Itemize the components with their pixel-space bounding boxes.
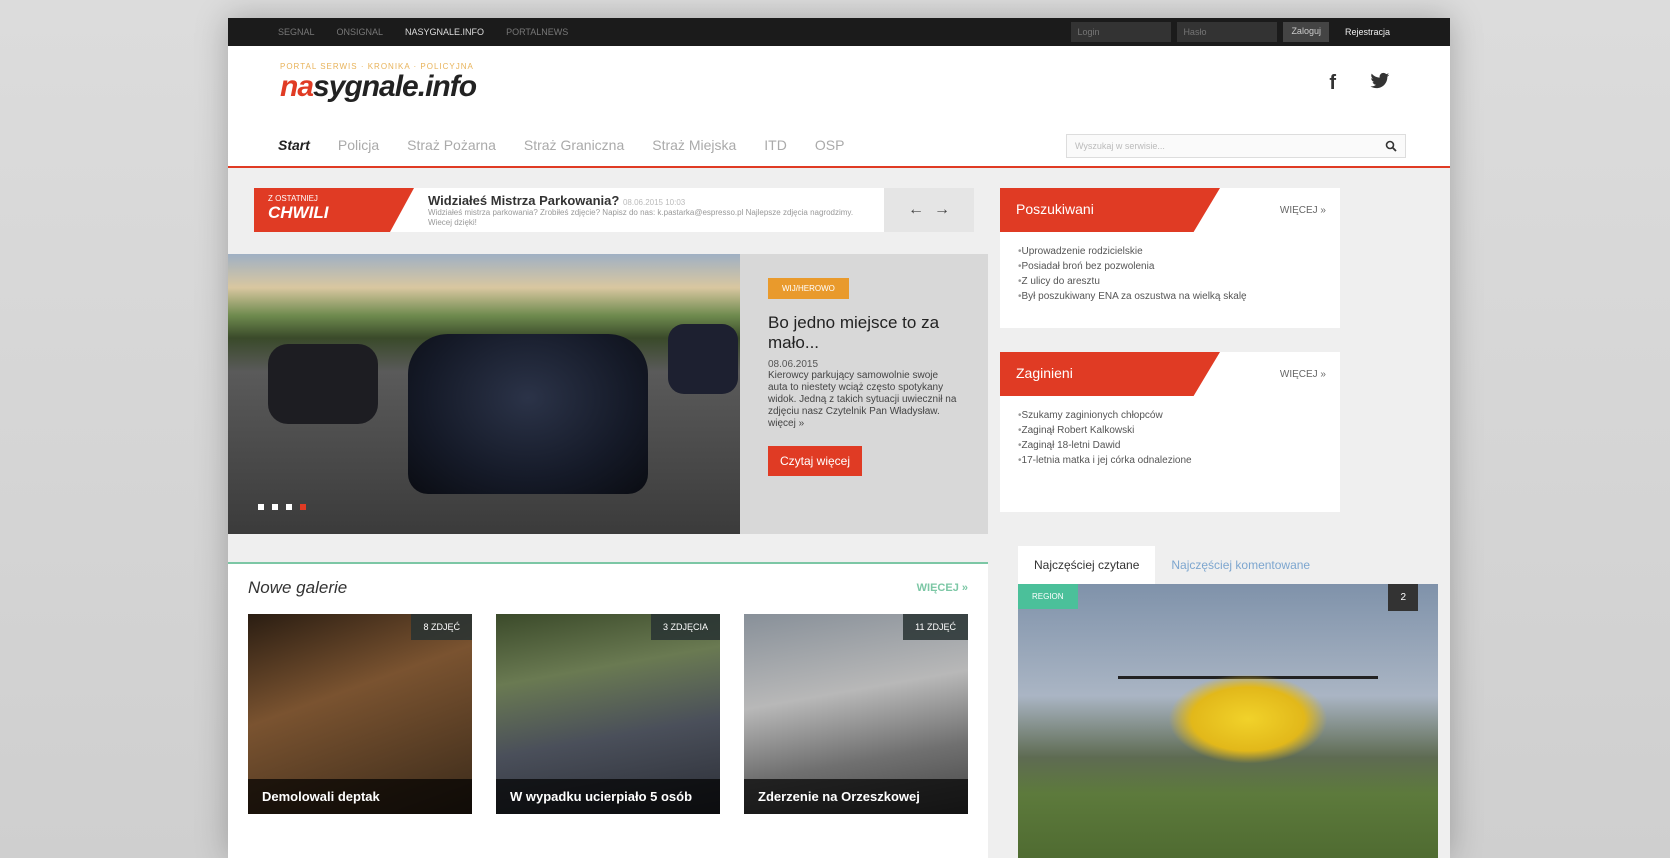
list-item[interactable]: Zaginął Robert Kalkowski bbox=[1018, 423, 1322, 438]
search-input[interactable]: Wyszukaj w serwisie... bbox=[1066, 134, 1406, 158]
nav-item-itd[interactable]: ITD bbox=[764, 137, 787, 153]
car-image-main bbox=[408, 334, 648, 494]
facebook-icon[interactable]: f bbox=[1329, 72, 1336, 96]
site-logo[interactable]: PORTAL SERWIS · KRONIKA · POLICYJNA nasy… bbox=[280, 62, 477, 103]
list-item[interactable]: Zaginął 18-letni Dawid bbox=[1018, 438, 1322, 453]
slide-panel: WIJ/HEROWO Bo jedno miejsce to za mało..… bbox=[740, 254, 988, 534]
popular-article-image[interactable]: REGION 2 bbox=[1018, 584, 1438, 858]
ticker-arrows: ← → bbox=[884, 188, 974, 232]
featured-slider: WIJ/HEROWO Bo jedno miejsce to za mało..… bbox=[228, 254, 988, 534]
register-link[interactable]: Rejestracja bbox=[1335, 27, 1400, 37]
search-placeholder: Wyszukaj w serwisie... bbox=[1075, 141, 1165, 151]
wanted-list: Uprowadzenie rodzicielskie Posiadał broń… bbox=[1000, 232, 1340, 316]
social-links: f bbox=[1329, 72, 1390, 96]
network-link-3[interactable]: NASYGNALE.INFO bbox=[405, 27, 484, 37]
list-item[interactable]: Był poszukiwany ENA za oszustwa na wielk… bbox=[1018, 289, 1322, 304]
missing-box: Zaginieni WIĘCEJ » Szukamy zaginionych c… bbox=[1000, 352, 1340, 512]
network-link-2[interactable]: ONSIGNAL bbox=[337, 27, 384, 37]
slide-image[interactable] bbox=[228, 254, 740, 534]
search-icon[interactable] bbox=[1385, 140, 1397, 152]
login-input[interactable] bbox=[1071, 22, 1172, 42]
network-links: SEGNAL ONSIGNAL NASYGNALE.INFO PORTALNEW… bbox=[278, 27, 568, 37]
ticker-title-text[interactable]: Widziałeś Mistrza Parkowania? bbox=[428, 193, 619, 208]
ticker-description: Widziałeś mistrza parkowania? Zrobiłeś z… bbox=[428, 207, 854, 227]
nav-item-start[interactable]: Start bbox=[278, 137, 310, 153]
logo-na: na bbox=[280, 70, 314, 103]
slide-date: 08.06.2015 bbox=[768, 359, 819, 370]
network-link-4[interactable]: PORTALNEWS bbox=[506, 27, 568, 37]
slider-dot-1[interactable] bbox=[258, 504, 264, 510]
top-bar: SEGNAL ONSIGNAL NASYGNALE.INFO PORTALNEW… bbox=[228, 18, 1450, 46]
list-item[interactable]: Posiadał broń bez pozwolenia bbox=[1018, 259, 1322, 274]
missing-more-link[interactable]: WIĘCEJ » bbox=[1280, 369, 1340, 380]
gallery-caption[interactable]: Demolowali deptak bbox=[248, 779, 472, 814]
ticker-date: 08.06.2015 10:03 bbox=[622, 197, 686, 207]
tab-most-commented[interactable]: Najczęściej komentowane bbox=[1155, 546, 1326, 584]
slide-title[interactable]: Bo jedno miejsce to za mało... bbox=[768, 313, 960, 353]
gallery-photo-count: 11 ZDJĘĆ bbox=[903, 614, 968, 640]
gallery-card[interactable]: 11 ZDJĘĆ Zderzenie na Orzeszkowej bbox=[744, 614, 968, 814]
gallery-photo-count: 8 ZDJĘĆ bbox=[411, 614, 472, 640]
ticker-badge-small: Z OSTATNIEJ bbox=[268, 194, 318, 203]
ticker-text[interactable]: Widziałeś Mistrza Parkowania? 08.06.2015… bbox=[414, 193, 884, 228]
slider-dot-2[interactable] bbox=[272, 504, 278, 510]
slider-dots bbox=[258, 504, 306, 510]
list-item[interactable]: Z ulicy do aresztu bbox=[1018, 274, 1322, 289]
missing-list: Szukamy zaginionych chłopców Zaginął Rob… bbox=[1000, 396, 1340, 480]
wanted-box: Poszukiwani WIĘCEJ » Uprowadzenie rodzic… bbox=[1000, 188, 1340, 328]
slide-category-badge[interactable]: WIJ/HEROWO bbox=[768, 278, 849, 299]
region-badge[interactable]: REGION bbox=[1018, 584, 1078, 609]
list-item[interactable]: 17-letnia matka i jej córka odnalezione bbox=[1018, 453, 1322, 468]
arrow-right-icon[interactable]: → bbox=[934, 201, 950, 219]
galleries-section: Nowe galerie WIĘCEJ » 8 ZDJĘĆ Demolowali… bbox=[228, 562, 988, 858]
logo-rest: sygnale.info bbox=[313, 70, 477, 103]
ticker-title[interactable]: Widziałeś Mistrza Parkowania? 08.06.2015… bbox=[428, 193, 870, 208]
site-header: PORTAL SERWIS · KRONIKA · POLICYJNA nasy… bbox=[228, 46, 1450, 124]
missing-header: Zaginieni WIĘCEJ » bbox=[1000, 352, 1340, 396]
car-image-right bbox=[668, 324, 738, 394]
gallery-caption[interactable]: Zderzenie na Orzeszkowej bbox=[744, 779, 968, 814]
browser-viewport: SEGNAL ONSIGNAL NASYGNALE.INFO PORTALNEW… bbox=[228, 18, 1450, 858]
nav-item-straz-miejska[interactable]: Straż Miejska bbox=[652, 137, 736, 153]
arrow-left-icon[interactable]: ← bbox=[908, 201, 924, 219]
slide-text: Kierowcy parkujący samowolnie swoje auta… bbox=[768, 370, 957, 429]
password-input[interactable] bbox=[1177, 22, 1278, 42]
galleries-row: 8 ZDJĘĆ Demolowali deptak 3 ZDJĘCIA W wy… bbox=[248, 614, 968, 814]
read-more-button[interactable]: Czytaj więcej bbox=[768, 446, 863, 476]
galleries-title: Nowe galerie bbox=[248, 578, 348, 597]
galleries-more-link[interactable]: WIĘCEJ » bbox=[917, 582, 968, 594]
nav-item-straz-pozarna[interactable]: Straż Pożarna bbox=[407, 137, 496, 153]
helicopter-image bbox=[1168, 674, 1328, 764]
breaking-news-ticker: Z OSTATNIEJ CHWILI Widziałeś Mistrza Par… bbox=[254, 188, 974, 232]
list-item[interactable]: Szukamy zaginionych chłopców bbox=[1018, 408, 1322, 423]
galleries-header: Nowe galerie WIĘCEJ » bbox=[248, 578, 968, 598]
nav-item-policja[interactable]: Policja bbox=[338, 137, 379, 153]
car-image-left bbox=[268, 344, 378, 424]
ticker-badge-big: CHWILI bbox=[268, 203, 329, 222]
login-form: Zaloguj Rejestracja bbox=[1071, 22, 1400, 42]
nav-item-straz-graniczna[interactable]: Straż Graniczna bbox=[524, 137, 624, 153]
main-nav: Start Policja Straż Pożarna Straż Granic… bbox=[228, 124, 1450, 168]
wanted-header: Poszukiwani WIĘCEJ » bbox=[1000, 188, 1340, 232]
article-number-badge: 2 bbox=[1388, 584, 1418, 611]
gallery-card[interactable]: 8 ZDJĘĆ Demolowali deptak bbox=[248, 614, 472, 814]
twitter-icon[interactable] bbox=[1370, 72, 1390, 96]
slider-dot-3[interactable] bbox=[286, 504, 292, 510]
wanted-more-link[interactable]: WIĘCEJ » bbox=[1280, 205, 1340, 216]
wanted-title: Poszukiwani bbox=[1000, 188, 1220, 232]
network-link-1[interactable]: SEGNAL bbox=[278, 27, 315, 37]
login-button[interactable]: Zaloguj bbox=[1283, 22, 1329, 42]
gallery-photo-count: 3 ZDJĘCIA bbox=[650, 614, 720, 640]
missing-title: Zaginieni bbox=[1000, 352, 1220, 396]
slider-dot-4[interactable] bbox=[300, 504, 306, 510]
logo-text: nasygnale.info bbox=[280, 70, 477, 103]
tab-most-read[interactable]: Najczęściej czytane bbox=[1018, 546, 1156, 584]
gallery-card[interactable]: 3 ZDJĘCIA W wypadku ucierpiało 5 osób bbox=[496, 614, 720, 814]
ticker-badge: Z OSTATNIEJ CHWILI bbox=[254, 188, 414, 232]
popular-tabs: Najczęściej czytane Najczęściej komentow… bbox=[1018, 544, 1438, 584]
nav-item-osp[interactable]: OSP bbox=[815, 137, 845, 153]
gallery-caption[interactable]: W wypadku ucierpiało 5 osób bbox=[496, 779, 720, 814]
list-item[interactable]: Uprowadzenie rodzicielskie bbox=[1018, 244, 1322, 259]
